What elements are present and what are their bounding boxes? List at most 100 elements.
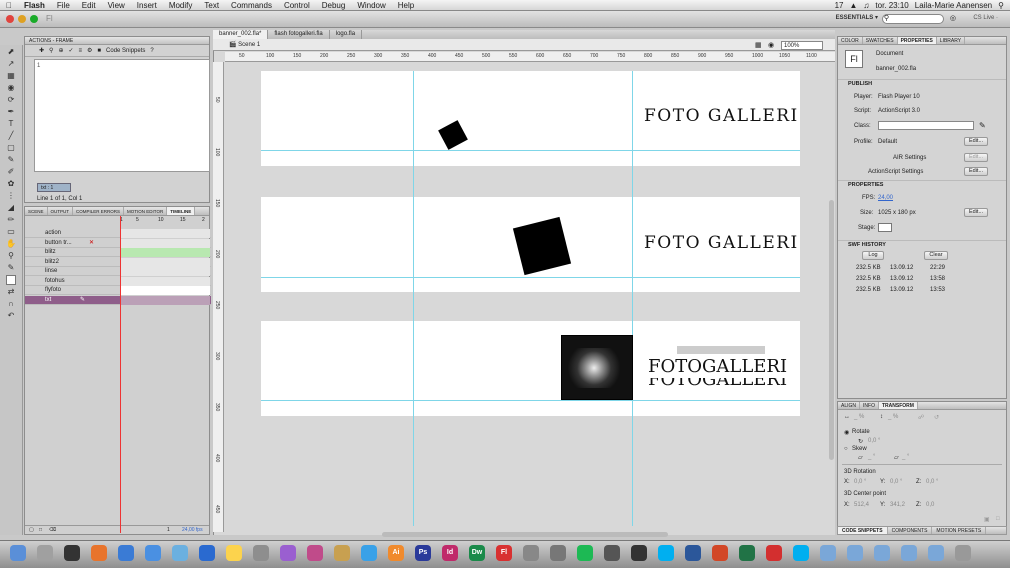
dock-mission-control-icon[interactable]	[64, 545, 80, 561]
text-tool-icon[interactable]: T	[6, 119, 16, 129]
layer-action[interactable]: action	[25, 229, 211, 239]
snap-icon[interactable]: ∩	[6, 299, 16, 309]
dock-spotify-icon[interactable]	[577, 545, 593, 561]
dock-folder-icon[interactable]	[874, 545, 890, 561]
layer-linse[interactable]: linse	[25, 267, 211, 277]
rotate-radio-icon[interactable]: ◉	[844, 429, 849, 436]
layer-blitz[interactable]: blitz	[25, 248, 211, 258]
horizontal-scrollbar[interactable]	[382, 532, 668, 537]
center-x-value[interactable]: 512,4	[854, 502, 869, 508]
edit-symbols-icon[interactable]: ◉	[768, 41, 774, 49]
edit-class-pencil-icon[interactable]: ✎	[979, 121, 986, 130]
guide-line[interactable]	[261, 400, 800, 401]
zoom-window-button[interactable]	[30, 15, 38, 23]
tab-output[interactable]: OUTPUT	[48, 207, 74, 215]
tab-transform[interactable]: TRANSFORM	[878, 402, 918, 409]
dock-messages-icon[interactable]	[253, 545, 269, 561]
add-action-icon[interactable]: ✚	[39, 47, 44, 54]
check-syntax-icon[interactable]: ✓	[68, 47, 73, 54]
actions-code-editor[interactable]	[34, 59, 210, 172]
dock-acrobat-icon[interactable]	[766, 545, 782, 561]
tab-code-snippets[interactable]: CODE SNIPPETS	[838, 527, 888, 534]
log-button[interactable]: Log	[862, 251, 884, 260]
dock-app-store-icon[interactable]	[361, 545, 377, 561]
layer-frames[interactable]	[120, 229, 210, 238]
dock-photo-booth-icon[interactable]	[604, 545, 620, 561]
dock-safari-icon[interactable]	[145, 545, 161, 561]
dock-mail-icon[interactable]	[172, 545, 188, 561]
guide-line[interactable]	[261, 277, 800, 278]
tab-compiler-errors[interactable]: COMPILER ERRORS	[73, 207, 125, 215]
spotlight-icon[interactable]: ⚲	[998, 1, 1004, 10]
dock-trash-icon[interactable]	[955, 545, 971, 561]
frame3-title[interactable]: FOTOGALLERI	[648, 356, 787, 377]
guide-line[interactable]	[261, 150, 800, 151]
dock-id-icon[interactable]: Id	[442, 545, 458, 561]
dock-skype-icon[interactable]	[658, 545, 674, 561]
layer-frames[interactable]	[120, 267, 210, 276]
layer-frames[interactable]	[120, 257, 210, 267]
minimize-window-button[interactable]	[18, 15, 26, 23]
doc-tab-flash-fotogalleri[interactable]: flash fotogalleri.fla	[268, 30, 330, 39]
close-window-button[interactable]	[6, 15, 14, 23]
menu-modify[interactable]: Modify	[163, 1, 199, 10]
dock-launchpad-icon[interactable]	[37, 545, 53, 561]
constrain-icon[interactable]: ☍	[918, 414, 924, 421]
rectangle-tool-icon[interactable]: ▢	[6, 143, 16, 153]
rot-y-value[interactable]: 0,0 °	[890, 479, 902, 485]
hidden-layer-icon[interactable]: ✕	[89, 239, 94, 248]
skew-radio-icon[interactable]: ○	[844, 446, 848, 452]
dock-ai-icon[interactable]: Ai	[388, 545, 404, 561]
as-settings-edit-button[interactable]: Edit...	[964, 167, 988, 176]
dock-chrome-icon[interactable]	[118, 545, 134, 561]
dock-firefox-icon[interactable]	[91, 545, 107, 561]
paint-bucket-tool-icon[interactable]: ◢	[6, 203, 16, 213]
layer-frames[interactable]	[120, 276, 210, 286]
eyedropper-tool-icon[interactable]: ✏	[6, 215, 16, 225]
layer-frames[interactable]	[120, 286, 210, 295]
profile-edit-button[interactable]: Edit...	[964, 137, 988, 146]
dock-facetime-icon[interactable]	[280, 545, 296, 561]
menu-view[interactable]: View	[102, 1, 131, 10]
photo-thumbnail[interactable]	[561, 335, 633, 400]
dock-excel-icon[interactable]	[739, 545, 755, 561]
format-icon[interactable]: ≡	[79, 48, 83, 54]
swap-colors-icon[interactable]: ⇄	[6, 287, 16, 297]
vertical-scrollbar[interactable]	[829, 200, 834, 460]
bone-tool-icon[interactable]: ⋮	[6, 191, 16, 201]
tab-timeline[interactable]: TIMELINE	[167, 207, 196, 215]
swf-history-section-header[interactable]: SWF HISTORY	[838, 240, 1006, 249]
line-tool-icon[interactable]: ╱	[6, 131, 16, 141]
center-z-value[interactable]: 0,0	[926, 502, 934, 508]
doc-tab-banner[interactable]: banner_002.fla*	[213, 30, 269, 39]
dock-terminal-icon[interactable]	[631, 545, 647, 561]
tab-align[interactable]: ALIGN	[838, 402, 861, 409]
tab-info[interactable]: INFO	[860, 402, 879, 409]
stage-color-swatch[interactable]	[878, 223, 892, 232]
cs-live-button[interactable]: CS Live ·	[973, 15, 998, 21]
lasso-tool-icon[interactable]: ⟳	[6, 95, 16, 105]
volume-icon[interactable]: ♫	[863, 1, 869, 10]
tab-color[interactable]: COLOR	[838, 37, 863, 44]
menu-control[interactable]: Control	[278, 1, 316, 10]
fill-color-icon[interactable]	[6, 275, 16, 285]
tab-library[interactable]: LIBRARY	[937, 37, 966, 44]
clear-button[interactable]: Clear	[924, 251, 948, 260]
apple-menu-icon[interactable]: 	[0, 1, 18, 10]
layer-txt[interactable]: txt ✎	[25, 295, 211, 305]
dock-skype2-icon[interactable]	[793, 545, 809, 561]
smooth-icon[interactable]: ↶	[6, 311, 16, 321]
fps-readout[interactable]: 24,00 fps	[182, 526, 203, 535]
layer-fotohus[interactable]: fotohus	[25, 276, 211, 286]
workspace-switcher[interactable]: ESSENTIALS ▾	[836, 14, 878, 21]
find-icon[interactable]: ⚲	[49, 47, 53, 54]
frame2-title[interactable]: FOTO GALLERI	[644, 233, 799, 253]
dock-fl-icon[interactable]: Fl	[496, 545, 512, 561]
zoom-select[interactable]: 100%	[781, 41, 823, 50]
dock-itunes-icon[interactable]	[307, 545, 323, 561]
tab-motion-presets[interactable]: MOTION PRESETS	[932, 527, 987, 534]
menu-insert[interactable]: Insert	[131, 1, 163, 10]
menu-help[interactable]: Help	[392, 1, 420, 10]
tab-motion-editor[interactable]: MOTION EDITOR	[124, 207, 168, 215]
deco-tool-icon[interactable]: ✿	[6, 179, 16, 189]
